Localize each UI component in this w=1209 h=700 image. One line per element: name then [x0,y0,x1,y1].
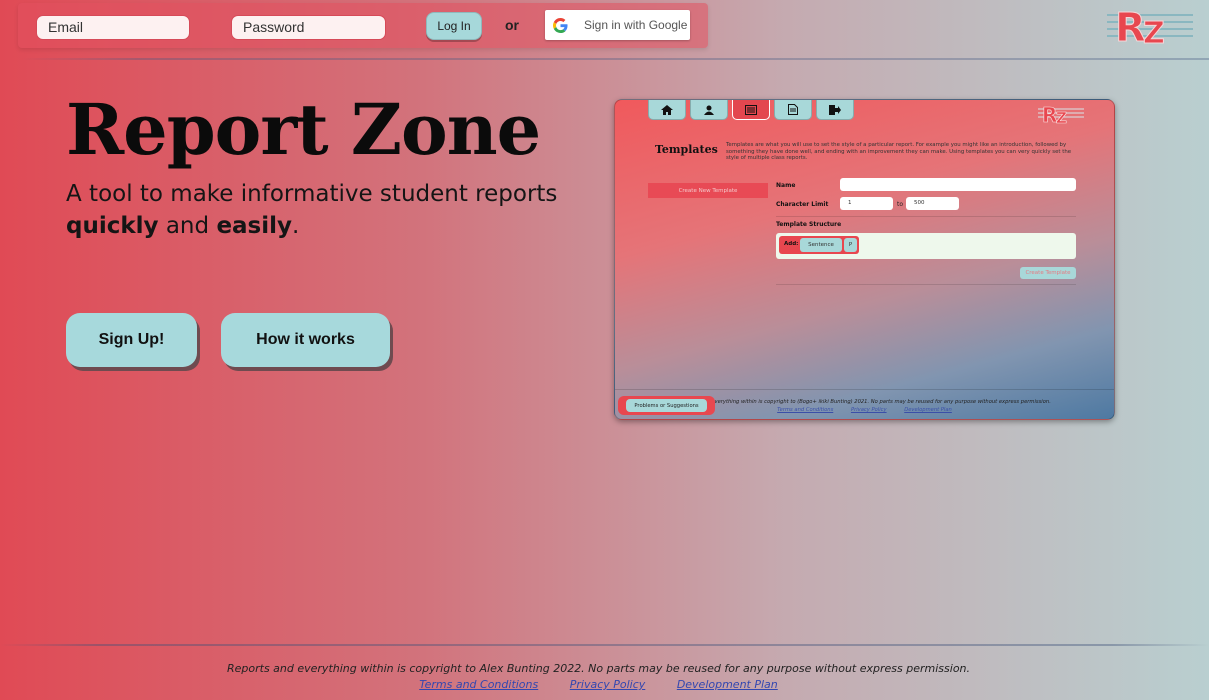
rz-logo: R Z [1107,5,1193,47]
preview-description: Templates are what you will use to set t… [726,142,1072,161]
preview-char-min-input: 1 [840,197,893,210]
templates-icon [745,104,757,115]
signup-button[interactable]: Sign Up! [66,313,197,367]
hero-subtitle-and: and [158,213,217,239]
google-signin-button[interactable]: Sign in with Google [545,10,690,40]
home-icon [661,104,673,115]
preview-link-privacy: Privacy Policy [850,407,887,413]
preview-tab-templates [732,100,770,120]
preview-chip-sentence: Sentence [800,238,842,252]
hero-subtitle-line1: A tool to make informative student repor… [66,181,558,207]
hero-subtitle-end: . [292,213,300,239]
preview-tab-logout [816,100,854,120]
hero-subtitle: A tool to make informative student repor… [66,178,566,242]
svg-text:R: R [1115,5,1146,47]
login-bar: Email Password Log In or Sign in with Go… [18,3,708,48]
footer-divider [0,644,1209,646]
logout-icon [829,104,841,115]
preview-name-label: Name [776,182,796,189]
password-input[interactable]: Password [231,15,386,40]
preview-tab-users [690,100,728,120]
preview-heading: Templates [655,143,718,156]
terms-link[interactable]: Terms and Conditions [419,678,538,691]
hero-subtitle-quickly: quickly [66,213,159,239]
preview-problems-button: Problems or Suggestions [618,396,715,415]
hero-subtitle-easily: easily [216,213,293,239]
preview-divider-2 [776,284,1076,285]
document-icon [788,104,798,115]
footer-links: Terms and Conditions Privacy Policy Deve… [0,678,1197,691]
preview-problems-label: Problems or Suggestions [626,399,707,412]
preview-tab-home [648,100,686,120]
preview-create-template-button: Create Template [1020,267,1076,279]
svg-text:Z: Z [1056,109,1067,125]
preview-char-max-input: 500 [906,197,959,210]
users-icon [704,105,714,115]
preview-divider [776,216,1076,217]
privacy-link[interactable]: Privacy Policy [570,678,646,691]
app-preview: R Z Templates Templates are what you wil… [614,99,1115,420]
preview-tab-document [774,100,812,120]
preview-link-terms: Terms and Conditions [777,407,834,413]
preview-create-new-button: Create New Template [648,183,768,198]
preview-char-limit-label: Character Limit [776,201,829,208]
preview-link-devplan: Development Plan [904,407,952,413]
or-label: or [505,17,519,33]
preview-name-input [840,178,1076,191]
email-input[interactable]: Email [36,15,190,40]
preview-footer-divider [615,389,1114,390]
development-plan-link[interactable]: Development Plan [677,678,778,691]
preview-add-label: Add: [784,241,799,247]
preview-structure-box: Add: Sentence P [776,233,1076,259]
preview-chip-p: P [844,238,857,252]
google-signin-label: Sign in with Google [584,18,688,32]
header-divider [20,58,1209,60]
footer-copyright: Reports and everything within is copyrig… [226,662,971,675]
login-button[interactable]: Log In [426,12,482,40]
preview-to-label: to [897,201,904,208]
preview-rz-logo: R Z [1038,103,1084,125]
preview-tab-bar [648,100,854,120]
page-title: Report Zone [66,88,541,171]
preview-structure-label: Template Structure [776,221,842,228]
preview-add-group: Add: Sentence P [779,236,859,254]
google-icon [545,17,575,33]
how-it-works-button[interactable]: How it works [221,313,390,367]
svg-text:Z: Z [1143,16,1165,47]
